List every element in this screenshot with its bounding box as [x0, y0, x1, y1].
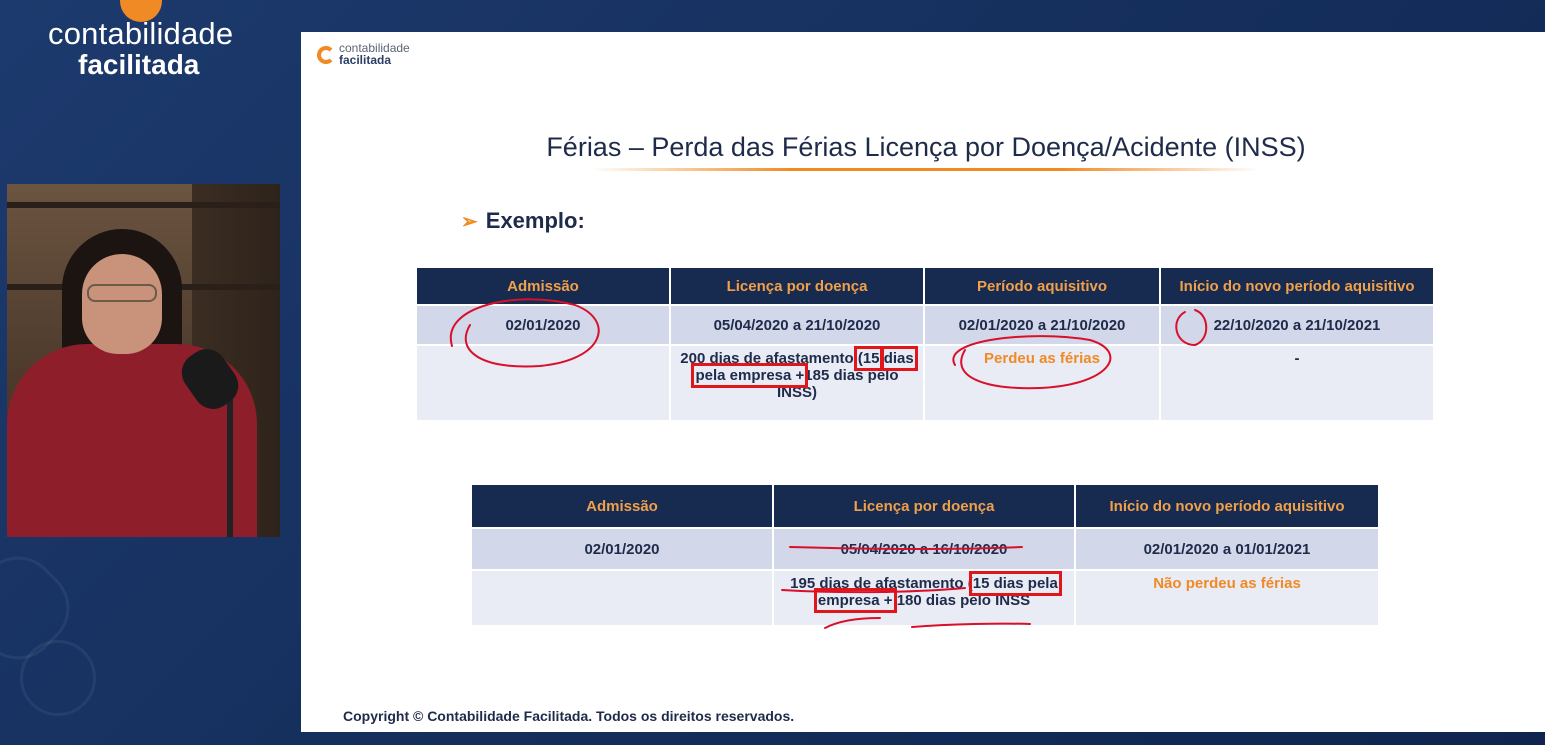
- table-header-row: Admissão Licença por doença Início do no…: [470, 483, 1380, 529]
- brand-name-line2: facilitada: [78, 49, 200, 80]
- slide-logo-mark-icon: [317, 46, 335, 64]
- example-table-1: Admissão Licença por doença Período aqui…: [415, 266, 1435, 422]
- table-row: 195 dias de afastamento (15 dias pela em…: [470, 569, 1380, 627]
- table-cell: 02/01/2020 a 21/10/2020: [923, 304, 1161, 346]
- cell-text: 200 dias de afastamento: [680, 350, 858, 367]
- table-header-cell: Licença por doença: [669, 266, 925, 306]
- table-row: 200 dias de afastamento (15 dias pela em…: [415, 344, 1435, 422]
- example-heading: ➢ Exemplo:: [461, 208, 585, 234]
- copyright-footer: Copyright © Contabilidade Facilitada. To…: [343, 708, 795, 724]
- slide-logo-line2: facilitada: [339, 53, 392, 67]
- table-cell: 02/01/2020 a 01/01/2021: [1074, 527, 1380, 571]
- table-cell: [470, 569, 774, 627]
- arrow-bullet-icon: ➢: [461, 211, 478, 233]
- presentation-slide: contabilidade facilitada Férias – Perda …: [301, 32, 1545, 732]
- slide-title: Férias – Perda das Férias Licença por Do…: [546, 132, 1306, 162]
- table-cell: 200 dias de afastamento (15 dias pela em…: [669, 344, 925, 422]
- table-cell: 22/10/2020 a 21/10/2021: [1159, 304, 1435, 346]
- highlight-box: (15: [853, 346, 884, 371]
- table-row: 02/01/2020 05/04/2020 a 16/10/2020 02/01…: [470, 527, 1380, 571]
- table-cell: 05/04/2020 a 21/10/2020: [669, 304, 925, 346]
- example-table-2: Admissão Licença por doença Início do no…: [470, 483, 1380, 627]
- table-header-cell: Início do novo período aquisitivo: [1074, 483, 1380, 529]
- highlight-box: 15 dias pela: [968, 571, 1062, 596]
- highlight-box: empresa +: [813, 588, 897, 613]
- title-underline: [591, 168, 1261, 171]
- table-header-cell: Admissão: [415, 266, 671, 306]
- mic-stand: [227, 399, 233, 537]
- example-label: Exemplo:: [485, 208, 585, 233]
- presenter-glasses: [87, 284, 157, 302]
- table-header-row: Admissão Licença por doença Período aqui…: [415, 266, 1435, 306]
- table-header-cell: Início do novo período aquisitivo: [1159, 266, 1435, 306]
- table-header-cell: Licença por doença: [772, 483, 1076, 529]
- cell-text: 180 dias pelo INSS: [896, 592, 1031, 609]
- table-cell: 195 dias de afastamento (15 dias pela em…: [772, 569, 1076, 627]
- table-cell: Não perdeu as férias: [1074, 569, 1380, 627]
- table-cell: Perdeu as férias: [923, 344, 1161, 422]
- table-cell: 05/04/2020 a 16/10/2020: [772, 527, 1076, 571]
- presenter-face: [82, 254, 162, 354]
- brand-logo: contabilidade facilitada: [48, 0, 248, 80]
- shelf: [7, 202, 280, 208]
- brand-name-line1: contabilidade: [48, 16, 234, 51]
- table-cell: 02/01/2020: [415, 304, 671, 346]
- table-cell: [415, 344, 671, 422]
- presenter-webcam: [7, 184, 280, 537]
- table-header-cell: Período aquisitivo: [923, 266, 1161, 306]
- table-cell: -: [1159, 344, 1435, 422]
- table-row: 02/01/2020 05/04/2020 a 21/10/2020 02/01…: [415, 304, 1435, 346]
- table-header-cell: Admissão: [470, 483, 774, 529]
- table-cell: 02/01/2020: [470, 527, 774, 571]
- cell-text: 195 dias de afastamento (: [790, 575, 973, 592]
